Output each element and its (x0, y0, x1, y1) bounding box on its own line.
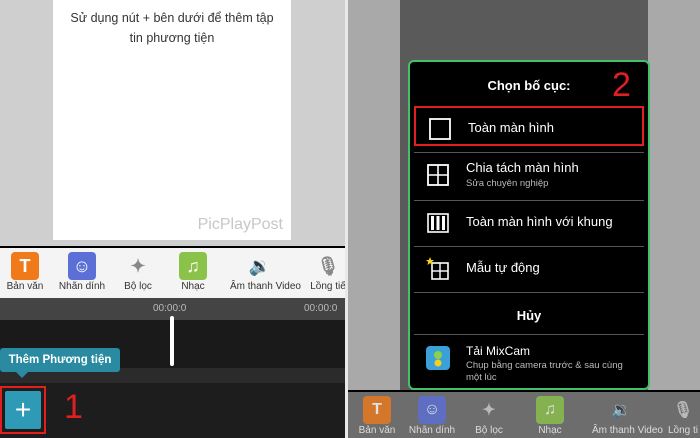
layout-option-fullscreen[interactable]: Toàn màn hình (414, 106, 644, 146)
add-media-highlight: + (0, 386, 46, 434)
step-number-1: 1 (64, 388, 83, 426)
sticker-icon: ☺ (418, 396, 446, 424)
microphone-icon: 🎙 (316, 255, 340, 276)
left-screenshot: Sử dụng nút + bên dưới để thêm tập tin p… (0, 0, 345, 438)
mixcam-promo[interactable]: Tải MixCam Chụp bằng camera trước & sau … (414, 340, 644, 388)
mixcam-app-icon (426, 346, 450, 370)
option-label: Chia tách màn hình (466, 160, 579, 175)
promo-title: Tải MixCam (466, 344, 531, 358)
layout-dialog: Chọn bố cục: 2 Toàn màn hình Chia tách m… (408, 60, 650, 390)
tool-label: Nhãn dính (408, 425, 456, 436)
layout-option-split[interactable]: Chia tách màn hình Sửa chuyên nghiệp (414, 154, 644, 198)
timecode-center: 00:00:0 (153, 303, 187, 314)
tool-label: Bộ lọc (475, 425, 503, 436)
option-label: Toàn màn hình với khung (466, 214, 613, 229)
microphone-icon: 🎙 (672, 402, 694, 419)
split-screen-icon (427, 164, 449, 186)
cancel-button[interactable]: Hủy (410, 308, 648, 323)
tool-label: Bản văn (6, 281, 44, 292)
promo-subtitle-line1: Chụp bằng camera trước & sau cùng (466, 360, 623, 371)
tool-label: Bộ lọc (124, 281, 152, 292)
separator (414, 334, 644, 335)
tool-label: Âm thanh Video (230, 281, 301, 292)
timecode-right: 00:00:0 (304, 303, 338, 314)
magic-wand-icon: ✦ (482, 402, 496, 419)
watermark: PicPlayPost (197, 216, 283, 233)
fullscreen-layout-icon (429, 118, 451, 140)
option-label: Mẫu tự động (466, 260, 540, 275)
step-number-2: 2 (612, 66, 631, 104)
preview-canvas: Sử dụng nút + bên dưới để thêm tập tin p… (53, 0, 291, 240)
tool-label: Nhạc (538, 425, 562, 436)
sticker-icon: ☺ (68, 252, 96, 280)
tool-video-audio: 🔉 Âm thanh Video (592, 396, 663, 436)
tool-music[interactable]: ♫ Nhạc (163, 250, 223, 292)
separator (414, 246, 644, 247)
text-icon: T (363, 396, 391, 424)
tool-label: Nhãn dính (58, 281, 106, 292)
speaker-icon: 🔉 (611, 402, 631, 419)
dimmed-toolbar: T Bản văn ☺ Nhãn dính ✦ Bộ lọc ♫ Nhạc 🔉 … (348, 392, 700, 438)
layout-option-framed[interactable]: Toàn màn hình với khung (414, 202, 644, 242)
tool-label: Nhạc (181, 281, 205, 292)
auto-template-icon (426, 257, 449, 280)
tool-text[interactable]: T Bản văn (0, 250, 55, 292)
tool-label: Bản văn (358, 425, 396, 436)
preview-area: Sử dụng nút + bên dưới để thêm tập tin p… (0, 0, 345, 246)
tool-text: T Bản văn (348, 396, 406, 436)
speaker-icon: 🔉 (248, 255, 272, 276)
separator (414, 292, 644, 293)
framed-fullscreen-icon (427, 213, 449, 233)
music-icon: ♫ (536, 396, 564, 424)
tool-voiceover: 🎙 Lồng ti (654, 396, 700, 436)
editor-toolbar: T Bản văn ☺ Nhãn dính ✦ Bộ lọc ♫ Nhạc 🔉 … (0, 248, 345, 298)
tool-voiceover[interactable]: 🎙 Lồng tiế (298, 250, 345, 293)
add-media-button[interactable]: + (5, 391, 41, 429)
tool-label: Lồng ti (667, 425, 699, 436)
tool-label: Âm thanh Video (592, 425, 663, 436)
layout-option-auto[interactable]: Mẫu tự động (414, 248, 644, 288)
canvas-message: Sử dụng nút + bên dưới để thêm tập tin p… (70, 11, 274, 45)
bottom-bar (0, 383, 345, 438)
playhead[interactable] (170, 316, 174, 366)
text-icon: T (11, 252, 39, 280)
option-sublabel: Sửa chuyên nghiệp (466, 178, 549, 189)
tool-label: Lồng tiế (310, 281, 345, 292)
separator (414, 200, 644, 201)
right-screenshot: T Bản văn ☺ Nhãn dính ✦ Bộ lọc ♫ Nhạc 🔉 … (348, 0, 700, 438)
tool-sticker: ☺ Nhãn dính (403, 396, 461, 436)
music-icon: ♫ (179, 252, 207, 280)
separator (414, 152, 644, 153)
add-media-tooltip: Thêm Phương tiện (0, 348, 120, 378)
promo-subtitle-line2: một lúc (466, 372, 497, 383)
option-label: Toàn màn hình (468, 120, 555, 135)
magic-wand-icon: ✦ (130, 255, 146, 276)
tool-sticker[interactable]: ☺ Nhãn dính (52, 250, 112, 292)
tool-video-audio[interactable]: 🔉 Âm thanh Video (230, 250, 301, 293)
tool-filter[interactable]: ✦ Bộ lọc (108, 250, 168, 293)
tool-filter: ✦ Bộ lọc (460, 396, 518, 436)
tool-music: ♫ Nhạc (521, 396, 579, 436)
